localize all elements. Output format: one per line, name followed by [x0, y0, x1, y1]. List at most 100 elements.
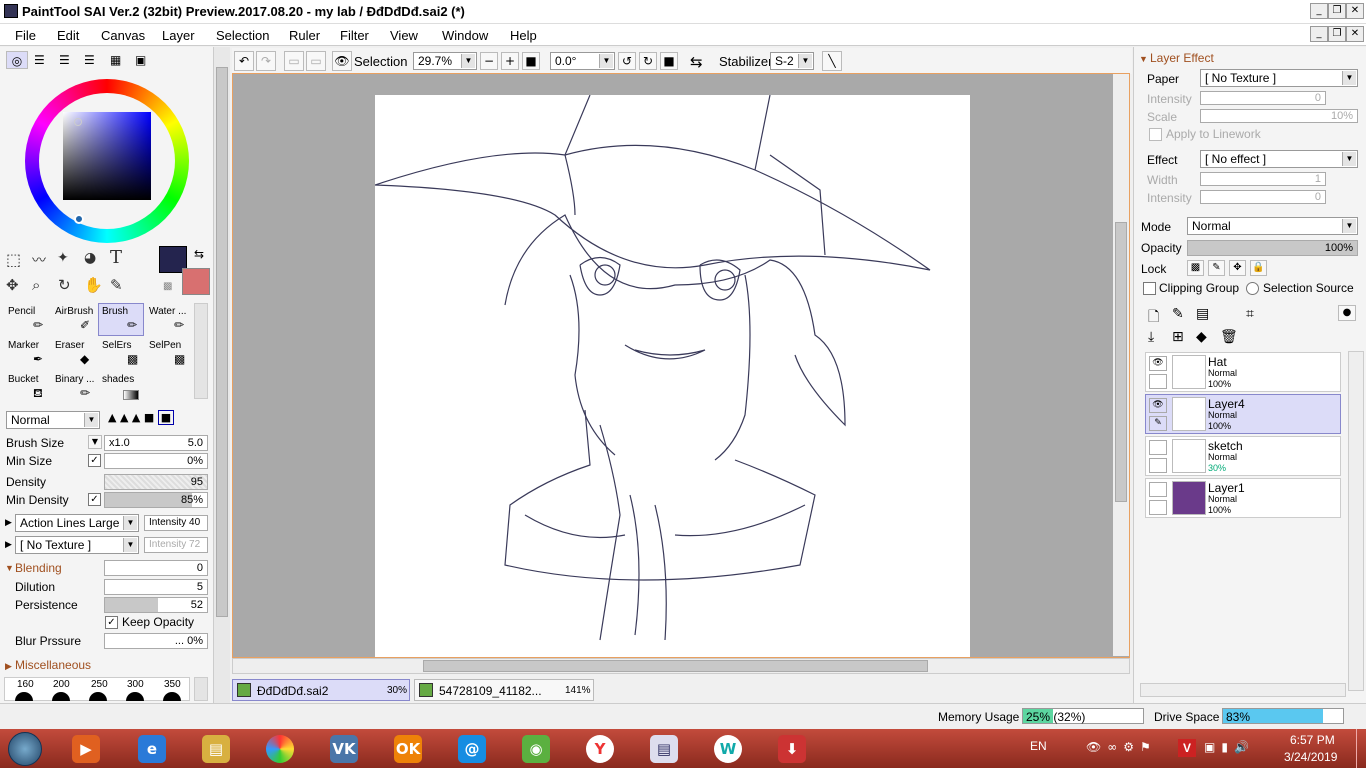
- collapse-arrow-icon[interactable]: ▼: [5, 563, 14, 573]
- language-indicator[interactable]: EN: [1030, 739, 1047, 753]
- close-icon[interactable]: ✕: [1346, 3, 1364, 19]
- hidden-eye-slot[interactable]: [1149, 482, 1167, 497]
- hand-icon[interactable]: ✋: [84, 276, 103, 294]
- text-tool-icon[interactable]: T: [110, 247, 122, 268]
- chrome-like-browser-icon[interactable]: [266, 735, 294, 763]
- brush-shape-dropdown[interactable]: Action Lines Large ▼: [15, 514, 139, 532]
- menu-window[interactable]: Window: [442, 28, 488, 43]
- canvas-paper[interactable]: [375, 95, 970, 657]
- preset-size[interactable]: 250: [91, 679, 108, 690]
- left-panel-scrollbar[interactable]: [214, 47, 230, 703]
- redo-icon[interactable]: ↷: [256, 51, 276, 71]
- flip-horizontal-icon[interactable]: ⇆: [690, 53, 703, 71]
- texture-intensity-field[interactable]: Intensity 72: [144, 537, 208, 553]
- layer-mode-dropdown[interactable]: Normal ▼: [1187, 217, 1358, 235]
- tool-bucket[interactable]: Bucket ⛾: [4, 371, 50, 404]
- clock-date[interactable]: 3/24/2019: [1284, 750, 1337, 764]
- zoom-out-icon[interactable]: −: [480, 52, 498, 70]
- dilution-slider[interactable]: 5: [104, 579, 208, 595]
- layer-item-layer1[interactable]: Layer1 Normal 100%: [1145, 478, 1341, 518]
- odnoklassniki-icon[interactable]: OK: [394, 735, 422, 763]
- layer-opacity-slider[interactable]: 100%: [1187, 240, 1358, 256]
- expand-arrow-icon[interactable]: ▶: [5, 539, 12, 550]
- brush-size-field[interactable]: x1.0 5.0: [104, 435, 208, 451]
- yandex-browser-icon[interactable]: Y: [586, 735, 614, 763]
- layer-item-sketch[interactable]: sketch Normal 30%: [1145, 436, 1341, 476]
- mail-icon[interactable]: @: [458, 735, 486, 763]
- shapes-icon[interactable]: ◕: [84, 250, 96, 266]
- layer-edit-slot[interactable]: [1149, 458, 1167, 473]
- brush-shape-selector[interactable]: ▲ ▲ ▲ ■ ■: [108, 410, 175, 425]
- line-tool-icon[interactable]: ╲: [822, 51, 842, 71]
- layer-item-hat[interactable]: 👁 Hat Normal 100%: [1145, 352, 1341, 392]
- min-size-checkbox[interactable]: ✓: [88, 454, 101, 467]
- lock-paint-icon[interactable]: ✎: [1208, 260, 1225, 276]
- tool-eraser[interactable]: Eraser ◆: [51, 337, 97, 370]
- menu-filter[interactable]: Filter: [340, 28, 369, 43]
- eye-icon[interactable]: 👁: [1149, 398, 1167, 413]
- preset-size[interactable]: 200: [53, 679, 70, 690]
- tool-water[interactable]: Water ... ✏: [145, 303, 191, 336]
- transparent-color-icon[interactable]: ▩: [163, 281, 172, 292]
- move-icon[interactable]: ✥: [6, 276, 19, 294]
- color-wheel-tab-icon[interactable]: ◎: [6, 51, 28, 69]
- new-folder-icon[interactable]: ▤: [1196, 306, 1209, 322]
- lock-move-icon[interactable]: ✥: [1229, 260, 1246, 276]
- blend-mode-dropdown[interactable]: Normal ▼: [6, 411, 100, 429]
- layer-mask-icon[interactable]: ●: [1338, 305, 1356, 321]
- swatches-tab-icon[interactable]: ▦: [110, 53, 121, 67]
- tool-airbrush[interactable]: AirBrush ✐: [51, 303, 97, 336]
- invert-selection-icon[interactable]: ▭: [306, 51, 326, 71]
- preset-size[interactable]: 350: [164, 679, 181, 690]
- scroll-thumb[interactable]: [216, 67, 228, 617]
- apply-linework-checkbox[interactable]: [1149, 128, 1162, 141]
- collapse-arrow-icon[interactable]: ▼: [1139, 54, 1148, 64]
- persistence-slider[interactable]: 52: [104, 597, 208, 613]
- scroll-thumb[interactable]: [1115, 222, 1127, 502]
- rotation-reset-icon[interactable]: ■: [660, 52, 678, 70]
- swap-colors-icon[interactable]: ⇆: [194, 247, 204, 261]
- effect-dropdown[interactable]: [ No effect ] ▼: [1200, 150, 1358, 168]
- magic-wand-icon[interactable]: ✦: [57, 250, 69, 266]
- internet-explorer-icon[interactable]: e: [138, 735, 166, 763]
- tool-binary[interactable]: Binary ... ✏: [51, 371, 97, 404]
- menu-file[interactable]: File: [15, 28, 36, 43]
- clipping-group-checkbox[interactable]: [1143, 282, 1156, 295]
- new-layer-icon[interactable]: 🗋: [1148, 306, 1159, 330]
- rotate-left-icon[interactable]: ↺: [618, 52, 636, 70]
- show-desktop-button[interactable]: [1356, 729, 1366, 768]
- expand-arrow-icon[interactable]: ▶: [5, 661, 12, 672]
- rgb-slider-tab-icon[interactable]: ☰: [34, 53, 45, 67]
- clock-time[interactable]: 6:57 PM: [1290, 733, 1335, 747]
- eyedropper-icon[interactable]: ✎: [110, 276, 123, 294]
- tray-system-icons[interactable]: ▣▮🔊: [1204, 740, 1255, 754]
- media-player-icon[interactable]: ▶: [72, 735, 100, 763]
- doc-restore-icon[interactable]: ❐: [1328, 26, 1346, 42]
- doc-tab[interactable]: 54728109_41182... 141%: [414, 679, 594, 701]
- density-slider[interactable]: 95: [104, 474, 208, 490]
- blending-slider[interactable]: 0: [104, 560, 208, 576]
- menu-layer[interactable]: Layer: [162, 28, 195, 43]
- rotate-right-icon[interactable]: ↻: [639, 52, 657, 70]
- layer-item-layer4[interactable]: 👁 ✎ Layer4 Normal 100%: [1145, 394, 1341, 434]
- lasso-icon[interactable]: 〰: [32, 250, 46, 270]
- blur-pressure-field[interactable]: ... 0%: [104, 633, 208, 649]
- zoom-icon[interactable]: ⌕: [32, 276, 40, 294]
- green-app-icon[interactable]: ◉: [522, 735, 550, 763]
- preset-scrollbar[interactable]: [194, 677, 208, 701]
- selection-source-radio[interactable]: [1246, 282, 1259, 295]
- tool-pencil[interactable]: Pencil ✏: [4, 303, 50, 336]
- layer-list-hscrollbar[interactable]: [1140, 683, 1346, 697]
- zoom-reset-icon[interactable]: ■: [522, 52, 540, 70]
- expand-arrow-icon[interactable]: ▶: [5, 517, 12, 528]
- tool-brush[interactable]: Brush ✏: [98, 303, 144, 336]
- brush-texture-dropdown[interactable]: [ No Texture ] ▼: [15, 536, 139, 554]
- deselect-icon[interactable]: ▭: [284, 51, 304, 71]
- rotation-dropdown[interactable]: 0.0° ▼: [550, 52, 615, 70]
- merge-down-icon[interactable]: ⊞: [1172, 329, 1184, 345]
- min-density-slider[interactable]: 85%: [104, 492, 208, 508]
- eye-icon[interactable]: 👁: [332, 51, 352, 71]
- restore-icon[interactable]: ❐: [1328, 3, 1346, 19]
- hsv-slider-tab-icon[interactable]: ☰: [59, 53, 70, 67]
- chevron-down-icon[interactable]: ▼: [88, 435, 102, 449]
